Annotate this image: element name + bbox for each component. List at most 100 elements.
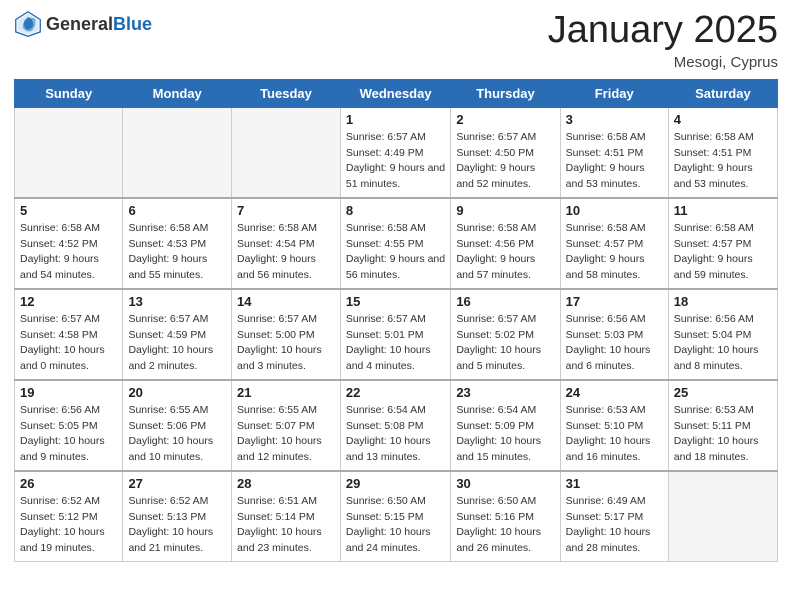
day-number: 7	[237, 203, 335, 218]
day-cell: 10 Sunrise: 6:58 AMSunset: 4:57 PMDayligh…	[560, 198, 668, 289]
day-cell: 15Sunrise: 6:57 AMSunset: 5:01 PMDayligh…	[340, 289, 450, 380]
day-cell: 26 Sunrise: 6:52 AMSunset: 5:12 PMDayligh…	[15, 471, 123, 562]
day-number: 9	[456, 203, 554, 218]
day-info: Sunrise: 6:56 AMSunset: 5:04 PMDaylight:…	[674, 312, 772, 375]
day-number: 2	[456, 112, 554, 127]
day-cell: 5Sunrise: 6:58 AMSunset: 4:52 PMDaylight…	[15, 198, 123, 289]
logo: GeneralBlue	[14, 10, 152, 38]
day-cell: 3Sunrise: 6:58 AMSunset: 4:51 PMDaylight…	[560, 107, 668, 198]
day-info: Sunrise: 6:58 AMSunset: 4:51 PMDaylight:…	[674, 130, 772, 193]
title-block: January 2025 Mesogi, Cyprus	[548, 10, 778, 71]
day-number: 17	[566, 294, 663, 309]
day-info: Sunrise: 6:57 AMSunset: 4:59 PMDaylight:…	[128, 312, 226, 375]
day-cell: 9 Sunrise: 6:58 AMSunset: 4:56 PMDaylight…	[451, 198, 560, 289]
day-number: 15	[346, 294, 445, 309]
day-number: 5	[20, 203, 117, 218]
day-number: 8	[346, 203, 445, 218]
day-cell: 14 Sunrise: 6:57 AMSunset: 5:00 PMDayligh…	[232, 289, 341, 380]
day-number: 21	[237, 385, 335, 400]
day-info: Sunrise: 6:50 AMSunset: 5:16 PMDaylight:…	[456, 494, 554, 557]
day-number: 16	[456, 294, 554, 309]
day-number: 28	[237, 476, 335, 491]
logo-icon	[14, 10, 42, 38]
day-info: Sunrise: 6:57 AMSunset: 4:50 PMDaylight:…	[456, 130, 554, 193]
day-number: 14	[237, 294, 335, 309]
day-cell: 8 Sunrise: 6:58 AMSunset: 4:55 PMDaylight…	[340, 198, 450, 289]
day-info: Sunrise: 6:55 AMSunset: 5:07 PMDaylight:…	[237, 403, 335, 466]
week-row-2: 5Sunrise: 6:58 AMSunset: 4:52 PMDaylight…	[15, 198, 778, 289]
day-info: Sunrise: 6:58 AMSunset: 4:54 PMDaylight:…	[237, 221, 335, 284]
day-info: Sunrise: 6:53 AMSunset: 5:11 PMDaylight:…	[674, 403, 772, 466]
day-cell: 6Sunrise: 6:58 AMSunset: 4:53 PMDaylight…	[123, 198, 232, 289]
col-thursday: Thursday	[451, 79, 560, 107]
day-info: Sunrise: 6:55 AMSunset: 5:06 PMDaylight:…	[128, 403, 226, 466]
col-saturday: Saturday	[668, 79, 777, 107]
day-info: Sunrise: 6:58 AMSunset: 4:57 PMDaylight:…	[674, 221, 772, 284]
col-wednesday: Wednesday	[340, 79, 450, 107]
logo-blue: Blue	[113, 14, 152, 34]
day-info: Sunrise: 6:49 AMSunset: 5:17 PMDaylight:…	[566, 494, 663, 557]
day-cell	[123, 107, 232, 198]
day-cell: 23Sunrise: 6:54 AMSunset: 5:09 PMDayligh…	[451, 380, 560, 471]
logo-general: General	[46, 14, 113, 34]
day-number: 22	[346, 385, 445, 400]
day-number: 12	[20, 294, 117, 309]
day-cell: 19Sunrise: 6:56 AMSunset: 5:05 PMDayligh…	[15, 380, 123, 471]
day-cell: 4 Sunrise: 6:58 AMSunset: 4:51 PMDaylight…	[668, 107, 777, 198]
day-number: 24	[566, 385, 663, 400]
day-cell: 11Sunrise: 6:58 AMSunset: 4:57 PMDayligh…	[668, 198, 777, 289]
day-cell: 1 Sunrise: 6:57 AMSunset: 4:49 PMDaylight…	[340, 107, 450, 198]
title-month: January 2025	[548, 10, 778, 52]
day-cell: 22 Sunrise: 6:54 AMSunset: 5:08 PMDayligh…	[340, 380, 450, 471]
day-number: 27	[128, 476, 226, 491]
day-cell	[232, 107, 341, 198]
day-info: Sunrise: 6:52 AMSunset: 5:13 PMDaylight:…	[128, 494, 226, 557]
day-number: 31	[566, 476, 663, 491]
day-cell: 25 Sunrise: 6:53 AMSunset: 5:11 PMDayligh…	[668, 380, 777, 471]
day-info: Sunrise: 6:58 AMSunset: 4:53 PMDaylight:…	[128, 221, 226, 284]
col-sunday: Sunday	[15, 79, 123, 107]
day-cell: 31 Sunrise: 6:49 AMSunset: 5:17 PMDayligh…	[560, 471, 668, 562]
col-friday: Friday	[560, 79, 668, 107]
day-info: Sunrise: 6:57 AMSunset: 4:49 PMDaylight:…	[346, 130, 445, 193]
week-row-1: 1 Sunrise: 6:57 AMSunset: 4:49 PMDaylight…	[15, 107, 778, 198]
day-cell: 17 Sunrise: 6:56 AMSunset: 5:03 PMDayligh…	[560, 289, 668, 380]
day-cell: 30Sunrise: 6:50 AMSunset: 5:16 PMDayligh…	[451, 471, 560, 562]
day-info: Sunrise: 6:58 AMSunset: 4:55 PMDaylight:…	[346, 221, 445, 284]
day-cell: 28 Sunrise: 6:51 AMSunset: 5:14 PMDayligh…	[232, 471, 341, 562]
day-cell	[15, 107, 123, 198]
day-number: 29	[346, 476, 445, 491]
day-info: Sunrise: 6:50 AMSunset: 5:15 PMDaylight:…	[346, 494, 445, 557]
day-number: 10	[566, 203, 663, 218]
day-number: 4	[674, 112, 772, 127]
day-info: Sunrise: 6:52 AMSunset: 5:12 PMDaylight:…	[20, 494, 117, 557]
title-location: Mesogi, Cyprus	[548, 54, 778, 71]
day-number: 26	[20, 476, 117, 491]
logo-text: GeneralBlue	[46, 15, 152, 34]
week-row-3: 12 Sunrise: 6:57 AMSunset: 4:58 PMDayligh…	[15, 289, 778, 380]
day-number: 1	[346, 112, 445, 127]
day-info: Sunrise: 6:57 AMSunset: 4:58 PMDaylight:…	[20, 312, 117, 375]
day-cell: 12 Sunrise: 6:57 AMSunset: 4:58 PMDayligh…	[15, 289, 123, 380]
day-info: Sunrise: 6:58 AMSunset: 4:57 PMDaylight:…	[566, 221, 663, 284]
day-number: 23	[456, 385, 554, 400]
day-info: Sunrise: 6:57 AMSunset: 5:02 PMDaylight:…	[456, 312, 554, 375]
day-cell: 20 Sunrise: 6:55 AMSunset: 5:06 PMDayligh…	[123, 380, 232, 471]
day-info: Sunrise: 6:54 AMSunset: 5:08 PMDaylight:…	[346, 403, 445, 466]
day-info: Sunrise: 6:57 AMSunset: 5:00 PMDaylight:…	[237, 312, 335, 375]
day-number: 20	[128, 385, 226, 400]
col-monday: Monday	[123, 79, 232, 107]
day-cell: 24Sunrise: 6:53 AMSunset: 5:10 PMDayligh…	[560, 380, 668, 471]
week-row-5: 26 Sunrise: 6:52 AMSunset: 5:12 PMDayligh…	[15, 471, 778, 562]
day-info: Sunrise: 6:56 AMSunset: 5:03 PMDaylight:…	[566, 312, 663, 375]
day-cell: 13Sunrise: 6:57 AMSunset: 4:59 PMDayligh…	[123, 289, 232, 380]
calendar-table: Sunday Monday Tuesday Wednesday Thursday…	[14, 79, 778, 562]
week-row-4: 19Sunrise: 6:56 AMSunset: 5:05 PMDayligh…	[15, 380, 778, 471]
col-tuesday: Tuesday	[232, 79, 341, 107]
day-info: Sunrise: 6:58 AMSunset: 4:51 PMDaylight:…	[566, 130, 663, 193]
day-cell: 2 Sunrise: 6:57 AMSunset: 4:50 PMDaylight…	[451, 107, 560, 198]
day-number: 25	[674, 385, 772, 400]
day-info: Sunrise: 6:58 AMSunset: 4:56 PMDaylight:…	[456, 221, 554, 284]
day-info: Sunrise: 6:51 AMSunset: 5:14 PMDaylight:…	[237, 494, 335, 557]
day-cell: 21 Sunrise: 6:55 AMSunset: 5:07 PMDayligh…	[232, 380, 341, 471]
